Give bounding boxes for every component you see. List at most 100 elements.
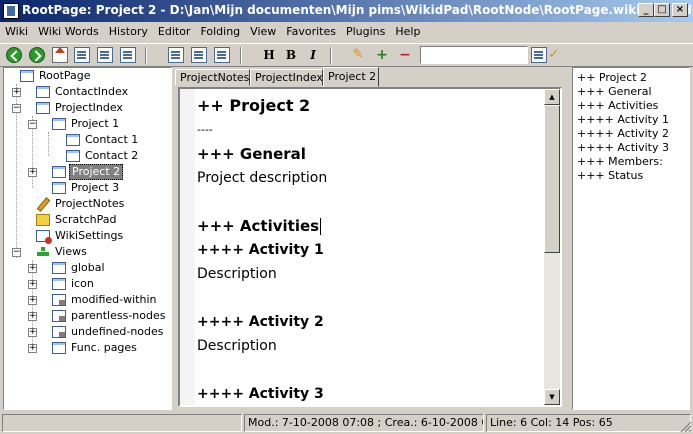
scroll-up-arrow-icon[interactable]: ▲ bbox=[544, 89, 560, 105]
editor-content[interactable]: ++ Project 2 ---- +++ General Project de… bbox=[197, 94, 545, 405]
collapse-toggle[interactable]: − bbox=[28, 120, 37, 129]
toolbar-separator bbox=[240, 47, 242, 64]
forward-icon[interactable] bbox=[29, 47, 45, 63]
expand-toggle[interactable]: + bbox=[28, 344, 37, 353]
status-position: Line: 6 Col: 14 Pos: 65 bbox=[486, 414, 691, 432]
tree-node-parentless-nodes[interactable]: parentless-nodes bbox=[52, 308, 168, 324]
tree-line bbox=[48, 132, 49, 156]
outline-item[interactable]: ++++ Activity 3 bbox=[577, 141, 689, 155]
editor-line: Description bbox=[197, 338, 277, 354]
outline-item[interactable]: ++++ Activity 2 bbox=[577, 127, 689, 141]
tree-node-views[interactable]: Views bbox=[36, 244, 89, 260]
close-button[interactable]: × bbox=[672, 3, 688, 17]
expand-toggle[interactable]: + bbox=[28, 328, 37, 337]
back-icon[interactable] bbox=[6, 47, 22, 63]
page-icon bbox=[52, 342, 66, 354]
tree-node-undefined-nodes[interactable]: undefined-nodes bbox=[52, 324, 166, 340]
delete-icon[interactable] bbox=[214, 47, 230, 63]
menu-wiki[interactable]: Wiki bbox=[0, 22, 33, 38]
maximize-button[interactable]: □ bbox=[654, 3, 670, 17]
scroll-down-arrow-icon[interactable]: ▼ bbox=[544, 389, 560, 405]
toolbar-separator bbox=[330, 47, 332, 64]
tree-node-func-pages[interactable]: Func. pages bbox=[52, 340, 139, 356]
tree-node-wikisettings[interactable]: WikiSettings bbox=[36, 228, 125, 244]
tree-node-rootpage[interactable]: RootPage bbox=[20, 68, 93, 84]
scroll-thumb[interactable] bbox=[544, 105, 560, 253]
tree-node-contact-2[interactable]: Contact 2 bbox=[66, 148, 140, 164]
menu-history[interactable]: History bbox=[104, 22, 153, 38]
tree-node-project-2[interactable]: Project 2 bbox=[52, 164, 124, 180]
expand-toggle[interactable]: + bbox=[12, 88, 21, 97]
tree-node-projectindex[interactable]: ProjectIndex bbox=[36, 100, 125, 116]
menu-help[interactable]: Help bbox=[390, 22, 425, 38]
editor-scrollbar[interactable]: ▲ ▼ bbox=[544, 89, 560, 405]
tree-node-projectnotes[interactable]: ProjectNotes bbox=[36, 196, 126, 212]
bookmark-icon[interactable]: ✓ bbox=[546, 47, 562, 63]
bold-button[interactable]: B bbox=[282, 47, 300, 63]
tree-node-icon[interactable]: icon bbox=[52, 276, 96, 292]
tree-node-contact-1[interactable]: Contact 1 bbox=[66, 132, 140, 148]
tree-node-label: Project 2 bbox=[69, 164, 124, 180]
tree-node-contactindex[interactable]: ContactIndex bbox=[36, 84, 130, 100]
menu-editor[interactable]: Editor bbox=[153, 22, 196, 38]
menu-favorites[interactable]: Favorites bbox=[281, 22, 341, 38]
outline-item[interactable]: +++ Status bbox=[577, 169, 689, 183]
heading-button[interactable]: H bbox=[260, 47, 278, 63]
tree-node-label: undefined-nodes bbox=[71, 325, 164, 338]
tab-projectindex[interactable]: ProjectIndex bbox=[250, 69, 323, 86]
status-bar: Mod.: 7-10-2008 07:08 ; Crea.: 6-10-2008… bbox=[0, 412, 693, 434]
outline-item[interactable]: ++++ Activity 1 bbox=[577, 113, 689, 127]
toolbar: H B I ✎ + − ✓ bbox=[0, 43, 693, 67]
editor-line: ++ Project 2 bbox=[197, 96, 311, 115]
tree-node-scratchpad[interactable]: ScratchPad bbox=[36, 212, 119, 228]
expand-toggle[interactable]: + bbox=[28, 296, 37, 305]
tab-projectnotes[interactable]: ProjectNotes bbox=[175, 69, 250, 86]
outline-panel[interactable]: ++ Project 2 +++ General +++ Activities … bbox=[572, 67, 690, 410]
add-icon[interactable]: + bbox=[374, 47, 390, 63]
menu-folding[interactable]: Folding bbox=[195, 22, 245, 38]
wand-icon[interactable]: ✎ bbox=[350, 47, 366, 63]
menu-bar: Wiki Wiki Words History Editor Folding View Fa… bbox=[0, 22, 693, 42]
open-page-icon[interactable] bbox=[74, 47, 90, 63]
outline-item[interactable]: +++ Members: bbox=[577, 155, 689, 169]
page-icon bbox=[52, 182, 66, 194]
editor-line-text: +++ Activities bbox=[197, 217, 320, 235]
title-bar: RootPage: Project 2 - D:\Jan\Mijn docume… bbox=[0, 0, 693, 22]
minimize-button[interactable]: _ bbox=[638, 3, 654, 17]
page-icon bbox=[52, 278, 66, 290]
tree-node-project-1[interactable]: Project 1 bbox=[52, 116, 121, 132]
tree-node-project-3[interactable]: Project 3 bbox=[52, 180, 121, 196]
menu-wiki-words[interactable]: Wiki Words bbox=[33, 22, 104, 38]
italic-button[interactable]: I bbox=[304, 47, 322, 63]
outline-item[interactable]: +++ Activities bbox=[577, 99, 689, 113]
outline-item[interactable]: +++ General bbox=[577, 85, 689, 99]
tree-node-modified-within[interactable]: modified-within bbox=[52, 292, 159, 308]
search-icon[interactable] bbox=[531, 47, 547, 63]
collapse-toggle[interactable]: − bbox=[12, 248, 21, 257]
wiki-tree[interactable]: RootPage + ContactIndex − ProjectIndex −… bbox=[3, 67, 172, 410]
rename-icon[interactable] bbox=[191, 47, 207, 63]
search-page-icon[interactable] bbox=[97, 47, 113, 63]
outline-item[interactable]: ++ Project 2 bbox=[577, 71, 689, 85]
wikidpad-app-icon[interactable] bbox=[3, 3, 19, 19]
expand-toggle[interactable]: + bbox=[28, 312, 37, 321]
save-icon[interactable] bbox=[168, 47, 184, 63]
tab-project-2[interactable]: Project 2 bbox=[323, 67, 379, 87]
expand-toggle[interactable]: + bbox=[28, 168, 37, 177]
editor-line: ++++ Activity 2 bbox=[197, 314, 324, 330]
menu-view[interactable]: View bbox=[245, 22, 281, 38]
menu-plugins[interactable]: Plugins bbox=[341, 22, 390, 38]
tree-node-global[interactable]: global bbox=[52, 260, 107, 276]
home-icon[interactable] bbox=[52, 47, 68, 63]
text-caret bbox=[320, 218, 322, 235]
expand-toggle[interactable]: + bbox=[28, 280, 37, 289]
expand-toggle[interactable]: + bbox=[28, 264, 37, 273]
tree-node-label: WikiSettings bbox=[55, 229, 124, 242]
editor-pane[interactable]: ++ Project 2 ---- +++ General Project de… bbox=[178, 87, 562, 407]
remove-icon[interactable]: − bbox=[397, 47, 413, 63]
resize-grip-icon[interactable] bbox=[680, 421, 692, 433]
view-page-icon[interactable] bbox=[120, 47, 136, 63]
collapse-toggle[interactable]: − bbox=[12, 104, 21, 113]
wiki-search-input[interactable] bbox=[420, 46, 528, 64]
